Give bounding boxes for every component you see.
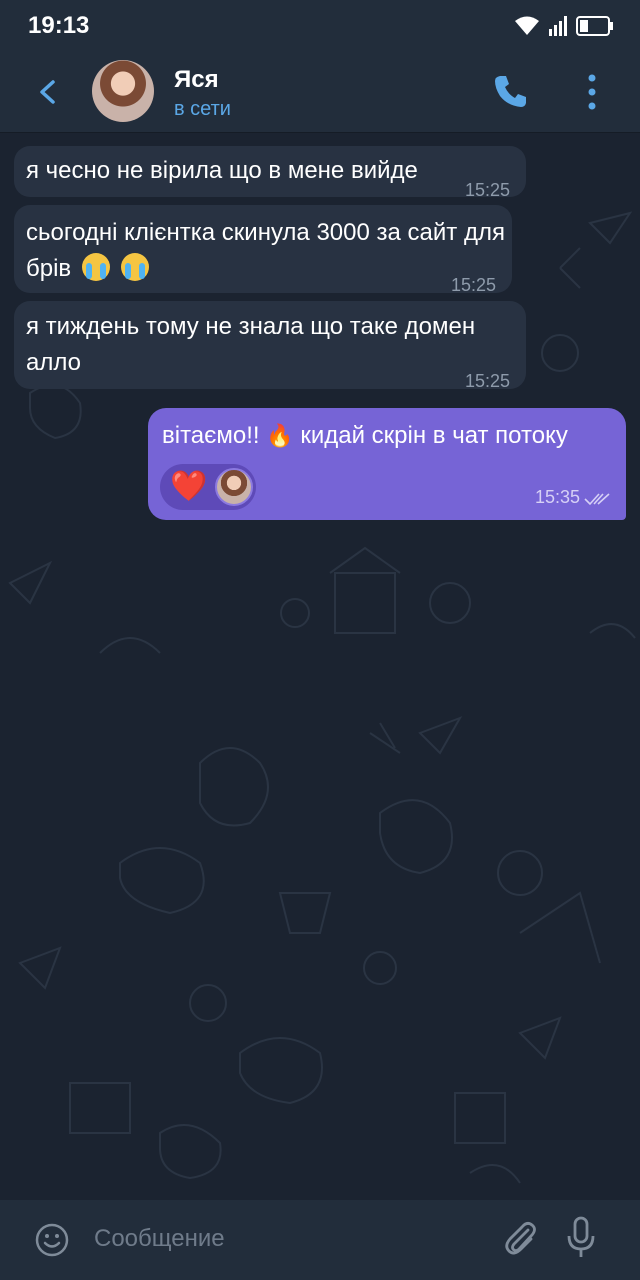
status-icons [514, 12, 614, 40]
crying-face-icon [120, 253, 149, 281]
message-text-before: вітаємо!! [162, 422, 260, 449]
message-text-after: кидай скрін в чат потоку [300, 422, 568, 449]
phone-icon[interactable] [492, 72, 528, 110]
message-time: 15:25 [464, 180, 510, 200]
reaction-chip[interactable]: ❤️ [160, 464, 256, 510]
fire-emoji: 🔥 [266, 423, 294, 448]
signal-icon [549, 16, 567, 36]
microphone-icon[interactable] [566, 1216, 596, 1260]
battery-icon [576, 16, 613, 36]
message-text: я тиждень тому не знала що таке домен ал… [26, 313, 476, 376]
message-input[interactable] [92, 1218, 486, 1260]
chat-area[interactable]: я чесно не вірила що в мене вийде 15:25 … [0, 133, 640, 1200]
emoji-icon[interactable] [34, 1222, 70, 1258]
incoming-message[interactable]: я чесно не вірила що в мене вийде 15:25 [14, 146, 526, 200]
back-arrow-icon[interactable] [30, 74, 66, 110]
wifi-icon [515, 16, 539, 35]
heart-reaction: ❤️ [170, 470, 208, 503]
chat-background-pattern [8, 211, 636, 1184]
incoming-message[interactable]: я тиждень тому не знала що таке домен ал… [14, 301, 526, 391]
contact-avatar[interactable] [92, 60, 154, 122]
message-time: 15:35 [534, 487, 580, 507]
message-text-wrap: сьогодні клієнтка скинула 3000 за сайт д… [26, 215, 506, 287]
message-text-wrap: вітаємо!! 🔥 кидай скрін в чат потоку [162, 422, 568, 450]
more-vertical-icon[interactable] [578, 72, 606, 112]
contact-status: в сети [174, 98, 231, 120]
chat-header: Яся в сети [0, 52, 640, 133]
message-input-bar [0, 1200, 640, 1280]
status-time: 19:13 [28, 12, 90, 39]
attach-icon[interactable] [500, 1218, 540, 1258]
message-text: я чесно не вірила що в мене вийде [26, 157, 418, 184]
reactor-avatar [215, 468, 254, 506]
status-bar: 19:13 [0, 0, 640, 52]
message-time: 15:25 [464, 371, 510, 391]
crying-emoji [78, 253, 149, 282]
message-time: 15:25 [450, 275, 496, 295]
incoming-message[interactable]: сьогодні клієнтка скинула 3000 за сайт д… [14, 205, 512, 295]
outgoing-message[interactable]: вітаємо!! 🔥 кидай скрін в чат потоку ❤️ … [148, 408, 626, 520]
contact-name[interactable]: Яся [174, 66, 219, 94]
read-ticks-icon [584, 493, 610, 506]
crying-face-icon [81, 253, 110, 281]
